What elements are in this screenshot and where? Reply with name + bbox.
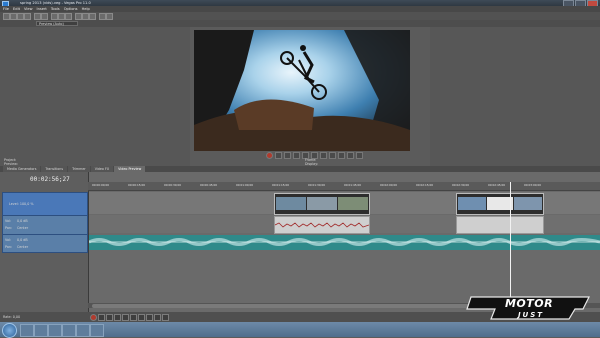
loop-button[interactable] xyxy=(275,152,282,159)
go-to-start-button[interactable] xyxy=(138,314,145,321)
ruler-tick: 00:01:30;00 xyxy=(308,183,326,187)
zoom-tool-icon[interactable] xyxy=(89,13,96,20)
start-button[interactable] xyxy=(2,323,17,338)
pause-button[interactable] xyxy=(122,314,129,321)
ruler-tick: 00:02:15;00 xyxy=(416,183,434,187)
vol-label: Vol: xyxy=(5,219,12,223)
auto-crossfade-icon[interactable] xyxy=(106,13,113,20)
snapping-icon[interactable] xyxy=(99,13,106,20)
pan-value: Center xyxy=(17,226,29,230)
ruler-tick: 00:00:15;00 xyxy=(128,183,146,187)
music-track-header[interactable]: Vol: 0,0 dB Pan: Center xyxy=(2,234,88,253)
prev-frame-button[interactable] xyxy=(320,152,327,159)
ruler-tick: 00:01:15;00 xyxy=(272,183,290,187)
play-button[interactable] xyxy=(114,314,121,321)
audio-waveform xyxy=(275,222,369,228)
open-icon[interactable] xyxy=(10,13,17,20)
left-docking-panel xyxy=(0,20,190,166)
music-clip[interactable] xyxy=(89,235,600,250)
play-button[interactable] xyxy=(293,152,300,159)
ruler-tick: 00:01:45;00 xyxy=(344,183,362,187)
paste-icon[interactable] xyxy=(65,13,72,20)
rate-readout: Rate: 0,00 xyxy=(3,315,21,319)
next-frame-button[interactable] xyxy=(329,152,336,159)
ruler-tick: 00:00:30;00 xyxy=(164,183,182,187)
vol-label: Vol: xyxy=(5,238,12,242)
audio-track-header[interactable]: Vol: 0,0 dB Pan: Center xyxy=(2,215,88,235)
undo-icon[interactable] xyxy=(34,13,41,20)
timecode-display: 00:02:56;27 xyxy=(30,176,70,183)
music-waveform xyxy=(89,238,600,246)
ruler-tick: 00:01:00;00 xyxy=(236,183,254,187)
pan-value: Center xyxy=(17,245,29,249)
motor-just-watermark-logo: MOTOR JUST xyxy=(466,296,590,320)
audio-clip[interactable] xyxy=(274,216,370,234)
video-clip[interactable] xyxy=(274,193,370,215)
play-from-start-button[interactable] xyxy=(284,152,291,159)
right-docking-panel xyxy=(430,20,600,166)
cut-icon[interactable] xyxy=(51,13,58,20)
media-player-icon[interactable] xyxy=(34,324,48,337)
preview-quality-select[interactable]: Preview (Auto) xyxy=(36,21,78,26)
record-button[interactable] xyxy=(90,314,97,321)
vegas-icon[interactable] xyxy=(90,324,104,337)
play-from-start-button[interactable] xyxy=(106,314,113,321)
next-frame-button[interactable] xyxy=(162,314,169,321)
utorrent-icon[interactable] xyxy=(48,324,62,337)
pan-label: Pan: xyxy=(5,226,13,230)
snapshot-button[interactable] xyxy=(356,152,363,159)
browser-icon[interactable] xyxy=(62,324,76,337)
svg-text:MOTOR: MOTOR xyxy=(505,297,553,310)
properties-icon[interactable] xyxy=(24,13,31,20)
stop-button[interactable] xyxy=(130,314,137,321)
go-to-end-button[interactable] xyxy=(338,152,345,159)
video-preview xyxy=(194,30,410,151)
ruler-tick: 00:03:00;00 xyxy=(524,183,542,187)
normal-edit-tool-icon[interactable] xyxy=(75,13,82,20)
go-to-end-button[interactable] xyxy=(146,314,153,321)
ruler-tick: 00:00:45;00 xyxy=(200,183,218,187)
vol-value: 0,0 dB xyxy=(17,238,28,242)
ruler-tick: 00:02:30;00 xyxy=(452,183,470,187)
track-level-label: Level: 100,0 % xyxy=(9,202,34,206)
loop-button[interactable] xyxy=(98,314,105,321)
ruler-tick: 00:02:00;00 xyxy=(380,183,398,187)
svg-text:JUST: JUST xyxy=(516,311,544,319)
video-track-header[interactable]: Level: 100,0 % xyxy=(2,192,88,216)
copy-icon[interactable] xyxy=(58,13,65,20)
save-icon[interactable] xyxy=(17,13,24,20)
vol-value: 0,0 dB xyxy=(17,219,28,223)
envelope-tool-icon[interactable] xyxy=(82,13,89,20)
preview-options-button[interactable] xyxy=(347,152,354,159)
skype-icon[interactable] xyxy=(76,324,90,337)
new-icon[interactable] xyxy=(3,13,10,20)
explorer-icon[interactable] xyxy=(20,324,34,337)
record-button[interactable] xyxy=(266,152,273,159)
ruler-tick: 00:02:45;00 xyxy=(488,183,506,187)
redo-icon[interactable] xyxy=(41,13,48,20)
ruler-tick: 00:00:00;00 xyxy=(92,183,110,187)
pan-label: Pan: xyxy=(5,245,13,249)
prev-frame-button[interactable] xyxy=(154,314,161,321)
scrollbar-thumb[interactable] xyxy=(92,303,512,308)
video-clip[interactable] xyxy=(456,193,544,215)
preview-frame-image xyxy=(194,30,410,151)
preview-toolbar: Preview (Auto) xyxy=(0,20,600,27)
audio-clip[interactable] xyxy=(456,216,544,234)
